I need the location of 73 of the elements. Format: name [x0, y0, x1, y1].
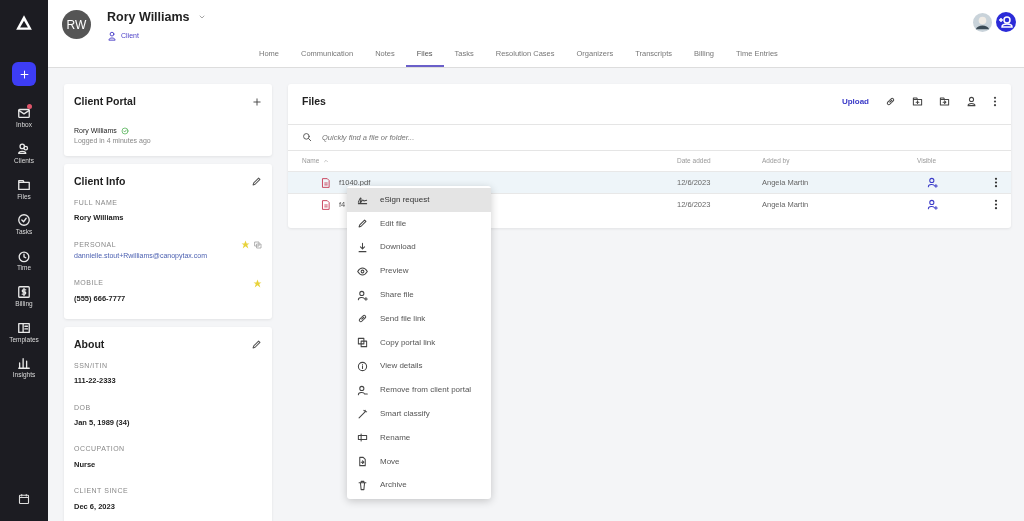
menu-icon	[357, 265, 368, 277]
logo-icon	[15, 14, 33, 32]
nav-icon	[17, 249, 31, 263]
search-icon	[302, 132, 312, 143]
avatar	[973, 12, 992, 32]
visible-user-icon	[927, 199, 938, 210]
card-title: Client Info	[74, 174, 126, 189]
link-icon	[885, 96, 896, 108]
menu-icon	[357, 432, 368, 444]
menu-icon	[357, 242, 368, 253]
pdf-file-icon	[321, 199, 331, 210]
menu-icon	[357, 313, 368, 325]
move-folder-button[interactable]	[939, 96, 950, 108]
nav-icon	[17, 320, 31, 335]
pdf-file-icon	[321, 177, 331, 188]
menu-icon	[357, 360, 368, 372]
more-button[interactable]	[993, 96, 997, 108]
nav-icon	[17, 284, 31, 299]
new-folder-button[interactable]	[912, 96, 923, 108]
visible-user-icon	[927, 177, 938, 188]
add-user-button[interactable]	[996, 12, 1016, 32]
nav-icon	[17, 106, 31, 120]
new-folder-icon	[912, 96, 923, 108]
upload-button[interactable]: Upload	[841, 97, 869, 106]
link-button[interactable]	[885, 96, 896, 108]
menu-icon	[357, 218, 368, 230]
move-folder-icon	[939, 96, 950, 108]
kebab-icon	[993, 96, 997, 108]
menu-item[interactable]: Move	[347, 449, 491, 474]
menu-item[interactable]: eSign request	[347, 188, 491, 212]
add-button[interactable]	[12, 62, 36, 86]
card-title: About	[74, 337, 105, 352]
nav-icon	[17, 356, 31, 371]
menu-icon	[357, 408, 368, 420]
calendar-button[interactable]	[18, 493, 30, 505]
check-icon	[120, 127, 129, 135]
menu-item[interactable]: Copy portal link	[347, 330, 491, 355]
menu-item[interactable]: Smart classify	[347, 402, 491, 426]
client-name: Rory Williams	[107, 9, 190, 26]
pencil-icon	[251, 339, 262, 351]
pencil-icon	[251, 176, 262, 188]
menu-icon	[357, 337, 368, 349]
menu-icon	[357, 384, 368, 396]
card-title: Files	[302, 94, 326, 109]
menu-item[interactable]: Rename	[347, 425, 491, 450]
user-icon	[966, 96, 977, 108]
kebab-icon	[994, 199, 998, 210]
user-icon	[107, 31, 117, 41]
calendar-icon	[18, 493, 30, 505]
plus-icon	[252, 96, 262, 107]
nav-icon	[17, 213, 31, 228]
menu-item[interactable]: Preview	[347, 259, 491, 284]
menu-item[interactable]: View details	[347, 354, 491, 379]
plus-icon	[18, 68, 30, 80]
menu-icon	[357, 456, 368, 468]
avatar: RW	[62, 10, 91, 40]
user-button[interactable]	[966, 96, 977, 108]
nav-icon	[17, 141, 31, 156]
sort-icon	[323, 158, 330, 164]
menu-icon	[357, 194, 368, 206]
menu-icon	[357, 289, 368, 301]
menu-item[interactable]: Share file	[347, 283, 491, 307]
kebab-icon	[994, 177, 998, 188]
menu-item[interactable]: Download	[347, 235, 491, 260]
menu-icon	[357, 479, 368, 491]
card-title: Client Portal	[74, 94, 136, 109]
edit-button[interactable]	[251, 176, 262, 188]
menu-item[interactable]: Send file link	[347, 307, 491, 331]
menu-item[interactable]: Remove from client portal	[347, 378, 491, 403]
nav-icon	[17, 177, 31, 192]
menu-item[interactable]: Archive	[347, 473, 491, 498]
copy-icon	[254, 240, 262, 249]
edit-button[interactable]	[251, 339, 262, 351]
